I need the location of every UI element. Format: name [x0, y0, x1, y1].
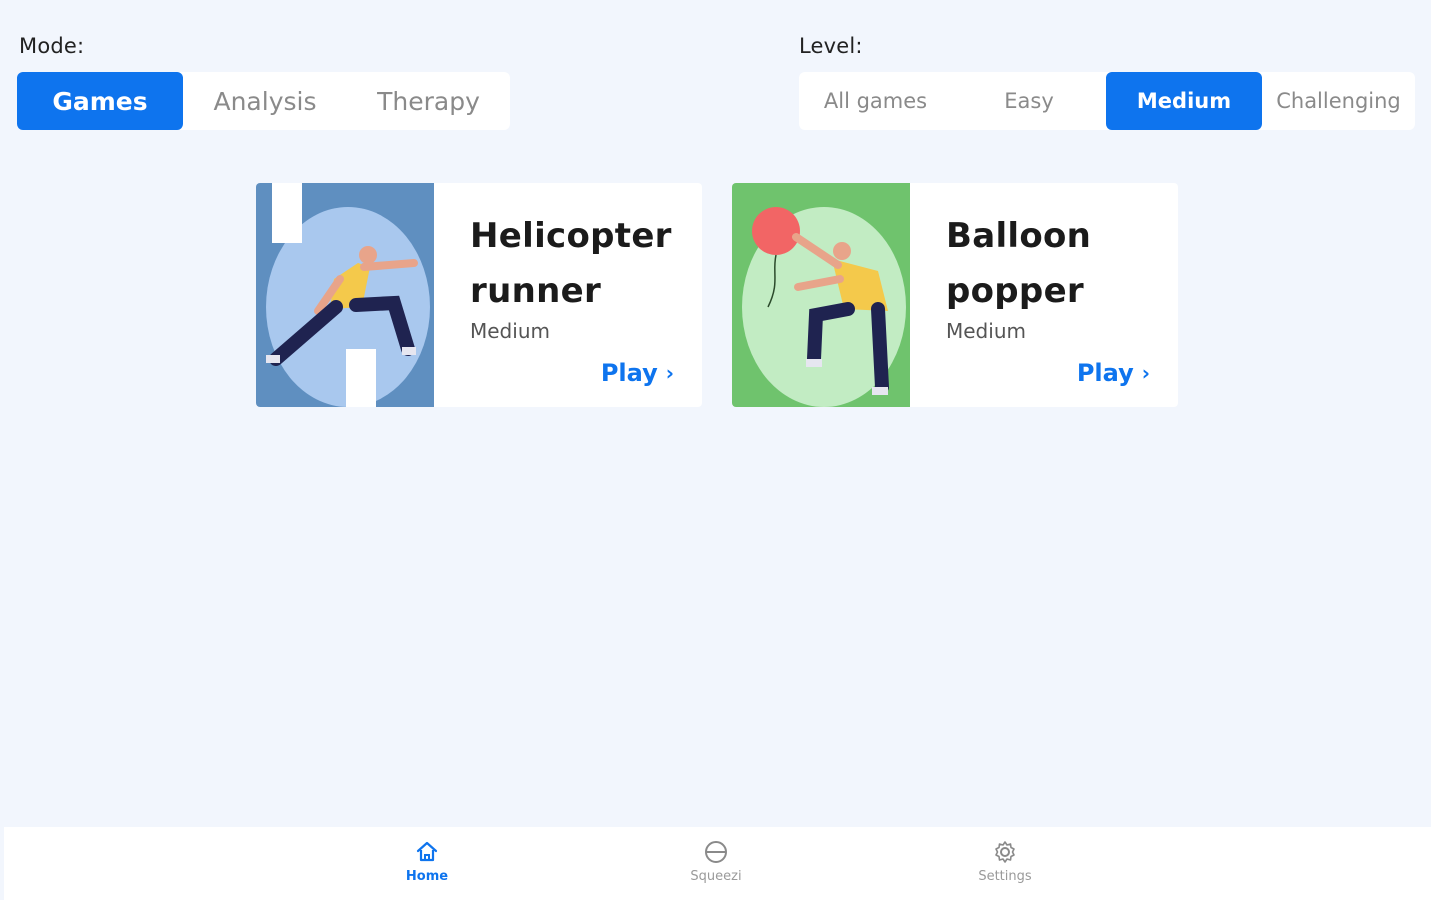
mode-label: Mode: — [19, 34, 85, 58]
mode-option-therapy[interactable]: Therapy — [347, 72, 510, 130]
nav-label-squeezi: Squeezi — [690, 869, 742, 884]
level-segmented-control: All games Easy Medium Challenging — [799, 72, 1415, 130]
bottom-navigation: Home Squeezi Settings — [4, 827, 1431, 900]
nav-item-squeezi[interactable]: Squeezi — [656, 839, 776, 884]
gear-icon — [995, 841, 1015, 863]
level-option-challenging[interactable]: Challenging — [1262, 72, 1415, 130]
game-card-body: Helicopter runner Medium Play › — [434, 183, 702, 407]
game-level: Medium — [470, 319, 550, 343]
nav-label-settings: Settings — [978, 869, 1032, 884]
nav-item-home[interactable]: Home — [367, 839, 487, 884]
home-icon — [416, 841, 438, 862]
game-title-line1: Helicopter — [470, 216, 672, 256]
game-card-body: Balloon popper Medium Play › — [910, 183, 1178, 407]
play-label: Play — [600, 359, 658, 387]
game-title-line1: Balloon — [946, 216, 1092, 256]
level-option-all-games[interactable]: All games — [799, 72, 952, 130]
game-card-helicopter-runner[interactable]: Helicopter runner Medium Play › — [256, 183, 702, 407]
game-title-line2: runner — [470, 271, 602, 311]
game-title-line2: popper — [946, 271, 1084, 311]
play-button-balloon-popper[interactable]: Play › — [1077, 359, 1150, 387]
chevron-right-icon: › — [1141, 361, 1150, 385]
mode-option-analysis[interactable]: Analysis — [183, 72, 347, 130]
chevron-right-icon: › — [665, 361, 674, 385]
mode-segmented-control: Games Analysis Therapy — [17, 72, 510, 130]
level-label: Level: — [799, 34, 863, 58]
mode-option-games[interactable]: Games — [17, 72, 183, 130]
squeezi-icon — [705, 841, 727, 863]
game-level: Medium — [946, 319, 1026, 343]
level-option-medium[interactable]: Medium — [1106, 72, 1262, 130]
game-card-balloon-popper[interactable]: Balloon popper Medium Play › — [732, 183, 1178, 407]
play-button-helicopter-runner[interactable]: Play › — [601, 359, 674, 387]
nav-item-settings[interactable]: Settings — [945, 839, 1065, 884]
app-root: Mode: Games Analysis Therapy Level: All … — [0, 0, 1431, 900]
helicopter-runner-illustration — [256, 183, 434, 407]
play-label: Play — [1076, 359, 1134, 387]
balloon-popper-illustration — [732, 183, 910, 407]
level-option-easy[interactable]: Easy — [952, 72, 1106, 130]
nav-label-home: Home — [405, 869, 449, 884]
